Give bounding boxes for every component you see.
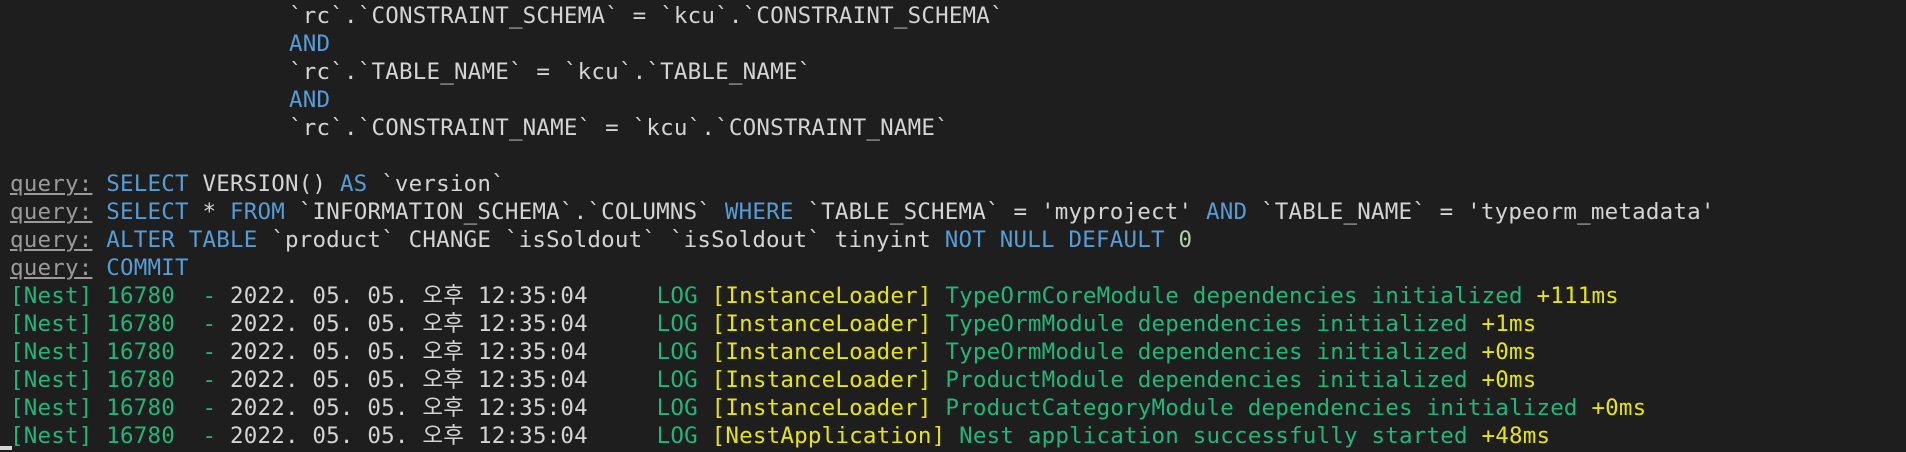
log-line: [Nest] 16780 - 2022. 05. 05. 오후 12:35:04… (10, 366, 1906, 394)
log-timestamp: 2022. 05. 05. 오후 12:35:04 (229, 283, 588, 309)
log-timestamp: 2022. 05. 05. 오후 12:35:04 (229, 423, 588, 449)
sql-keyword: AND (289, 87, 331, 113)
sql-keyword: FROM (229, 199, 285, 225)
log-elapsed: +0ms (1481, 339, 1537, 365)
log-prefix: [Nest] 16780 - (10, 423, 230, 449)
sql-keyword: AND (1205, 199, 1248, 225)
log-context: [NestApplication] (711, 423, 946, 449)
sql-line: `rc`.`CONSTRAINT_SCHEMA` = `kcu`.`CONSTR… (10, 2, 1906, 30)
sql-keyword: SELECT (106, 171, 189, 197)
sql-keyword: SELECT (106, 199, 189, 225)
terminal-output[interactable]: `rc`.`CONSTRAINT_SCHEMA` = `kcu`.`CONSTR… (10, 2, 1906, 452)
sql-line: AND (10, 30, 1906, 58)
sql-keyword: AND (289, 31, 331, 57)
sql-keyword: WHERE (724, 199, 794, 225)
sql-keyword: COMMIT (106, 255, 189, 281)
log-level: LOG (656, 339, 698, 365)
sql-text: `rc`.`TABLE_NAME` = `kcu`.`TABLE_NAME` (289, 59, 812, 85)
log-message: TypeOrmModule dependencies initialized (945, 311, 1468, 337)
log-context: [InstanceLoader] (711, 395, 932, 421)
log-prefix: [Nest] 16780 - (10, 395, 230, 421)
sql-text: `product` CHANGE `isSoldout` `isSoldout`… (257, 227, 945, 253)
sql-text: `version` (367, 171, 505, 197)
sql-text: `TABLE_NAME` = 'typeorm_metadata' (1247, 199, 1715, 225)
log-level: LOG (656, 395, 698, 421)
log-context: [InstanceLoader] (711, 311, 932, 337)
log-message: Nest application successfully started (959, 423, 1468, 449)
sql-keyword: AS (339, 171, 368, 197)
log-level: LOG (656, 311, 698, 337)
query-label: query: (10, 199, 93, 225)
log-message: ProductCategoryModule dependencies initi… (945, 395, 1578, 421)
log-timestamp: 2022. 05. 05. 오후 12:35:04 (229, 311, 588, 337)
sql-text: * (188, 199, 230, 225)
log-level: LOG (656, 423, 698, 449)
log-prefix: [Nest] 16780 - (10, 311, 230, 337)
log-message: TypeOrmModule dependencies initialized (945, 339, 1468, 365)
log-elapsed: +1ms (1481, 311, 1537, 337)
query-label: query: (10, 255, 93, 281)
sql-text: `INFORMATION_SCHEMA`.`COLUMNS` (284, 199, 725, 225)
sql-text: `rc`.`CONSTRAINT_NAME` = `kcu`.`CONSTRAI… (289, 115, 949, 141)
log-timestamp: 2022. 05. 05. 오후 12:35:04 (229, 339, 588, 365)
log-line: [Nest] 16780 - 2022. 05. 05. 오후 12:35:04… (10, 338, 1906, 366)
sql-number: 0 (1178, 227, 1193, 253)
log-timestamp: 2022. 05. 05. 오후 12:35:04 (229, 395, 588, 421)
log-prefix: [Nest] 16780 - (10, 367, 230, 393)
log-level: LOG (656, 283, 698, 309)
log-line: [Nest] 16780 - 2022. 05. 05. 오후 12:35:04… (10, 282, 1906, 310)
log-line: [Nest] 16780 - 2022. 05. 05. 오후 12:35:04… (10, 394, 1906, 422)
sql-line: AND (10, 86, 1906, 114)
log-elapsed: +111ms (1536, 283, 1619, 309)
log-line: [Nest] 16780 - 2022. 05. 05. 오후 12:35:04… (10, 310, 1906, 338)
log-elapsed: +0ms (1481, 367, 1537, 393)
terminal-cursor (0, 446, 12, 450)
log-prefix: [Nest] 16780 - (10, 283, 230, 309)
log-level: LOG (656, 367, 698, 393)
log-message: TypeOrmCoreModule dependencies initializ… (945, 283, 1523, 309)
query-line: query: ALTER TABLE `product` CHANGE `isS… (10, 226, 1906, 254)
log-elapsed: +0ms (1591, 395, 1647, 421)
log-prefix: [Nest] 16780 - (10, 339, 230, 365)
query-line: query: COMMIT (10, 254, 1906, 282)
query-label: query: (10, 171, 93, 197)
sql-text: VERSION() (188, 171, 340, 197)
sql-text: `TABLE_SCHEMA` = 'myproject' (793, 199, 1206, 225)
log-context: [InstanceLoader] (711, 339, 932, 365)
log-timestamp: 2022. 05. 05. 오후 12:35:04 (229, 367, 588, 393)
sql-keyword: NOT NULL DEFAULT (944, 227, 1165, 253)
log-line: [Nest] 16780 - 2022. 05. 05. 오후 12:35:04… (10, 422, 1906, 450)
log-elapsed: +48ms (1481, 423, 1551, 449)
log-message: ProductModule dependencies initialized (945, 367, 1468, 393)
sql-text: `rc`.`CONSTRAINT_SCHEMA` = `kcu`.`CONSTR… (289, 3, 1004, 29)
query-line: query: SELECT * FROM `INFORMATION_SCHEMA… (10, 198, 1906, 226)
sql-line: `rc`.`TABLE_NAME` = `kcu`.`TABLE_NAME` (10, 58, 1906, 86)
log-context: [InstanceLoader] (711, 367, 932, 393)
query-label: query: (10, 227, 93, 253)
query-line: query: SELECT VERSION() AS `version` (10, 170, 1906, 198)
log-context: [InstanceLoader] (711, 283, 932, 309)
sql-line: `rc`.`CONSTRAINT_NAME` = `kcu`.`CONSTRAI… (10, 114, 1906, 142)
sql-keyword: ALTER TABLE (106, 227, 258, 253)
